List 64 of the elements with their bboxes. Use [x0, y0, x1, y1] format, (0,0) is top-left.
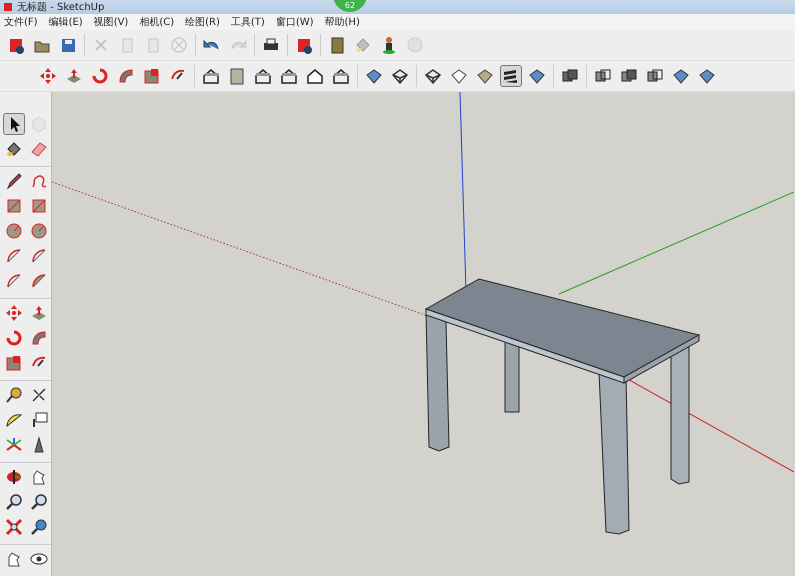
move-icon: [5, 304, 23, 322]
component-icon: [30, 115, 48, 133]
push-pull-icon: [30, 304, 48, 322]
rotated-rectangle-icon: [30, 197, 48, 215]
previous-view-icon: [30, 518, 48, 536]
new-file-icon: [7, 36, 25, 54]
menu-item[interactable]: 编辑(E): [46, 14, 92, 30]
house-icon: [332, 67, 350, 85]
scale-icon: [5, 354, 23, 372]
text-label-icon: [30, 411, 48, 429]
textured-cube-icon: [698, 67, 716, 85]
pie-icon: [30, 272, 48, 290]
eraser-icon: [30, 140, 48, 158]
rectangle-icon: [5, 197, 23, 215]
textured-cube-icon: [528, 67, 546, 85]
menu-item[interactable]: 窗口(W): [274, 14, 323, 30]
wire-cube-icon: [391, 67, 409, 85]
arc-icon: [30, 247, 48, 265]
shaded-cube-icon: [476, 67, 494, 85]
person-icon: [380, 36, 398, 54]
arc-icon: [5, 247, 23, 265]
arc-icon: [5, 272, 23, 290]
polygon-icon: [30, 222, 48, 240]
iso-house-icon: [202, 67, 220, 85]
paint-bucket-icon: [5, 140, 23, 158]
wire-cube-icon: [424, 67, 442, 85]
pencil-icon: [5, 172, 23, 190]
menu-item[interactable]: 绘图(R): [183, 14, 229, 30]
rotate-icon: [91, 67, 109, 85]
follow-me-icon: [30, 329, 48, 347]
sphere-icon: [406, 36, 424, 54]
menu-item[interactable]: 相机(C): [137, 14, 184, 30]
house-outline-icon: [306, 67, 324, 85]
move-icon: [39, 67, 57, 85]
follow-me-icon: [117, 67, 135, 85]
app-logo-icon: [3, 2, 13, 12]
pointer-button[interactable]: [3, 113, 25, 135]
house-icon: [254, 67, 272, 85]
house-icon: [280, 67, 298, 85]
dimension-icon: [30, 386, 48, 404]
textured-cube-icon: [672, 67, 690, 85]
striped-cube-icon: [502, 67, 520, 85]
tape-measure-icon: [5, 386, 23, 404]
paint-bucket-icon: [354, 36, 372, 54]
box-icon: [228, 67, 246, 85]
hidden-line-cube-icon: [450, 67, 468, 85]
menu-item[interactable]: 文件(F): [2, 14, 47, 30]
zoom-window-icon: [30, 493, 48, 511]
circle-icon: [5, 222, 23, 240]
striped-cube-button[interactable]: [500, 65, 522, 87]
scale-icon: [143, 67, 161, 85]
zoom-extents-icon: [5, 518, 23, 536]
delete-icon: [170, 36, 188, 54]
rotate-icon: [5, 329, 23, 347]
zoom-extents-button[interactable]: [3, 516, 25, 538]
menu-item[interactable]: 帮助(H): [322, 14, 369, 30]
xray-cube-icon: [365, 67, 383, 85]
orbit-icon: [5, 468, 23, 486]
push-pull-icon: [65, 67, 83, 85]
zoom-icon: [5, 493, 23, 511]
info-icon: [295, 36, 313, 54]
menu-item[interactable]: 视图(V): [92, 14, 138, 30]
menu-item[interactable]: 工具(T): [228, 14, 274, 30]
window-title: 无标题 - SketchUp: [17, 0, 104, 14]
